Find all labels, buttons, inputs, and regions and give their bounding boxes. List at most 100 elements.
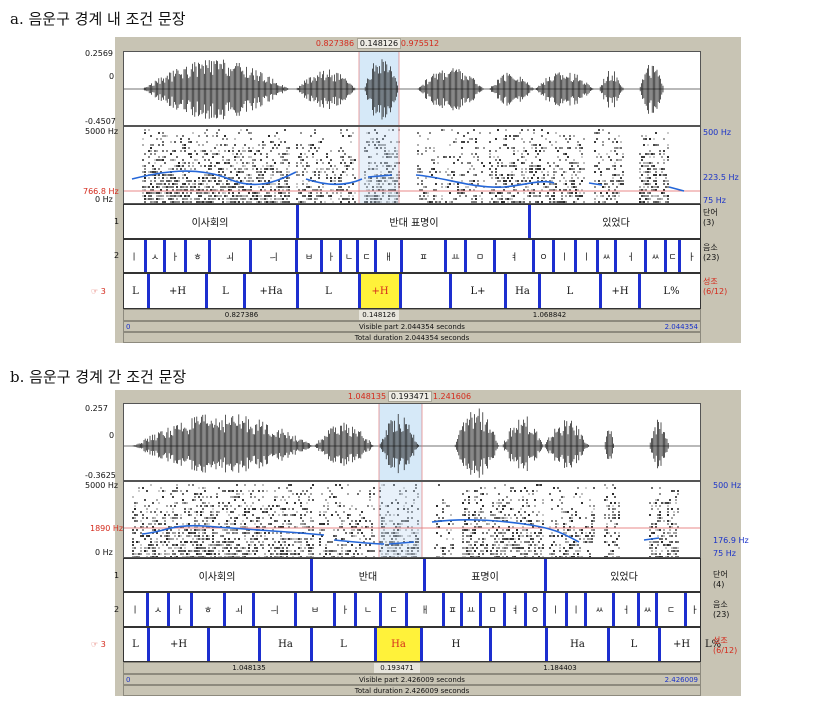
tier-phoneme-cell[interactable]: ㅍ [403,240,444,272]
tier-boundary[interactable] [678,240,681,272]
tier-phoneme-cell[interactable]: ㅂ [298,240,320,272]
tier-phoneme-cell[interactable]: ㅛ [447,240,464,272]
tier-boundary[interactable] [644,240,647,272]
bar-after-segment[interactable]: 1.068842 [399,310,700,320]
tier-tone-cell[interactable] [210,628,258,661]
tier-word-cell[interactable]: 있었다 [547,559,701,591]
tier-tone-cell[interactable]: Ha [548,628,607,661]
tier-phoneme-cell[interactable]: ㅇ [535,240,552,272]
tier-boundary[interactable] [339,240,342,272]
tier-phoneme-cell[interactable]: ㅎ [193,593,223,626]
tier-phoneme-cell[interactable]: ㅅ [149,593,167,626]
tier-boundary[interactable] [614,240,617,272]
tier-boundary[interactable] [249,240,252,272]
visible-part-bar[interactable]: 0 Visible part 2.044354 seconds 2.044354 [123,321,701,332]
tier-phoneme-cell[interactable]: ㅆ [647,240,664,272]
tier-boundary[interactable] [294,593,297,626]
tier-word-cell[interactable]: 있었다 [531,205,701,238]
tier-boundary[interactable] [552,240,555,272]
tier-phoneme-cell[interactable]: ㅣ [124,240,144,272]
tier-boundary[interactable] [354,593,357,626]
tier-word-cell[interactable]: 반대 표명이 [299,205,529,238]
tier-word-cell[interactable]: 반대 [313,559,423,591]
waveform-plot[interactable] [123,51,701,126]
tier-phoneme-cell[interactable]: ㅓ [615,593,637,626]
tier-phoneme-cell[interactable]: ㅍ [445,593,460,626]
tier-boundary[interactable] [599,274,602,308]
tier-tones[interactable]: L +H L +Ha L +H L+ Ha L +H L% [123,273,701,309]
bar-selected-segment[interactable]: 0.193471 [374,663,420,673]
tier-phoneme-cell[interactable]: ㅅ [147,240,163,272]
tier-phonemes[interactable]: ㅣㅅㅏㅎㅚㅢㅂㅏㄴㄷㅐㅍㅛㅁㅕㅇㅣㅣㅆㅓㅆㄷㅏ [123,592,701,627]
tier-boundary[interactable] [405,593,408,626]
tier-boundary[interactable] [296,274,299,308]
tier-phoneme-cell[interactable]: ㅢ [255,593,294,626]
tier-tone-cell[interactable]: L [299,274,358,308]
tier-tone-cell[interactable]: +H [150,628,207,661]
tier-boundary[interactable] [223,593,226,626]
tier-phoneme-cell[interactable]: ㅛ [463,593,479,626]
tier-tone-cell[interactable]: L [208,274,243,308]
tier-tone-cell[interactable]: L [124,274,147,308]
tier-phoneme-cell[interactable]: ㅏ [336,593,354,626]
tier-tones[interactable]: L +H Ha L Ha H Ha L +H L% [123,627,721,662]
tier-phoneme-cell[interactable]: ㅏ [323,240,339,272]
tier-phoneme-cell[interactable]: ㅏ [681,240,702,272]
tier-boundary[interactable] [565,593,568,626]
tier-tone-cell[interactable]: Ha [507,274,538,308]
tier-phoneme-cell[interactable]: ㄴ [342,240,356,272]
tier-boundary[interactable] [658,628,661,661]
tier-word-cell[interactable]: 표명이 [426,559,544,591]
tier-boundary[interactable] [190,593,193,626]
tier-boundary[interactable] [167,593,170,626]
tier-boundary[interactable] [664,240,667,272]
tier-boundary[interactable] [489,628,492,661]
tier-tone-cell[interactable]: +Ha [246,274,296,308]
bar-after-segment[interactable]: 1.184403 [420,663,700,673]
tier-tone-cell[interactable]: L [541,274,599,308]
tier-boundary[interactable] [493,240,496,272]
tier-boundary[interactable] [584,593,587,626]
tier-boundary[interactable] [538,274,541,308]
tier-word-cell[interactable]: 이사회의 [124,559,310,591]
spectrogram-plot[interactable] [123,126,701,204]
tier-boundary[interactable] [374,628,377,661]
tier-tone-cell[interactable]: Ha [377,628,420,661]
tier-phoneme-cell[interactable]: ㅁ [482,593,503,626]
tier-phoneme-cell[interactable]: ㅆ [587,593,612,626]
tier-boundary[interactable] [504,274,507,308]
tier-phoneme-cell[interactable]: ㅣ [568,593,584,626]
tier-tone-cell[interactable]: +H [361,274,399,308]
tier-boundary[interactable] [400,240,403,272]
tier-phoneme-cell[interactable]: ㅆ [640,593,655,626]
tier-boundary[interactable] [252,593,255,626]
tier-boundary[interactable] [310,628,313,661]
tier-phoneme-cell[interactable]: ㅢ [252,240,295,272]
tier-phoneme-cell[interactable]: ㅕ [506,593,524,626]
tier-word-cell[interactable]: 이사회의 [124,205,296,238]
tier-boundary[interactable] [399,274,402,308]
tier-boundary[interactable] [379,593,382,626]
tier-boundary[interactable] [208,240,211,272]
tier-boundary[interactable] [333,593,336,626]
tier-boundary[interactable] [205,274,208,308]
tier-tone-cell[interactable]: +H [602,274,638,308]
tier-boundary[interactable] [320,240,323,272]
tier-boundary[interactable] [356,240,359,272]
tier-tone-cell[interactable] [492,628,545,661]
tier-phoneme-cell[interactable]: ㅏ [166,240,184,272]
tier-boundary[interactable] [258,628,261,661]
tier-phoneme-cell[interactable]: ㄷ [382,593,405,626]
tier-boundary[interactable] [655,593,658,626]
total-duration-bar[interactable]: Total duration 2.044354 seconds [123,332,701,343]
tier-boundary[interactable] [543,593,546,626]
total-duration-bar[interactable]: Total duration 2.426009 seconds [123,685,701,696]
tier-tone-cell[interactable]: Ha [261,628,310,661]
tier-tone-cell[interactable]: +H [150,274,205,308]
bar-before-segment[interactable]: 0.827386 [124,310,359,320]
tier-boundary[interactable] [146,593,149,626]
tier-tone-cell[interactable]: H [423,628,489,661]
tier-boundary[interactable] [147,628,150,661]
tier-boundary[interactable] [295,240,298,272]
tier-tone-cell[interactable]: L [313,628,374,661]
